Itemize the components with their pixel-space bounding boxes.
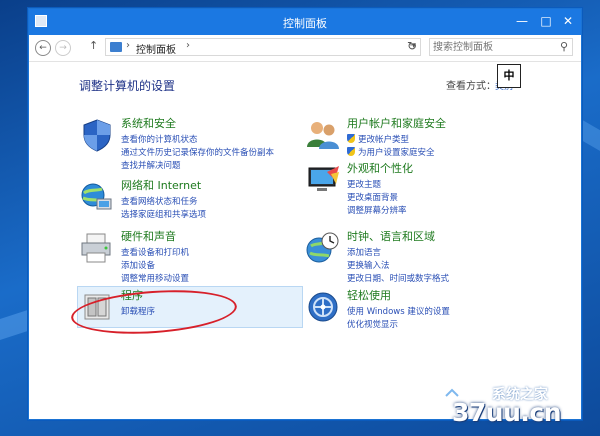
search-icon[interactable]: ⚲ — [560, 40, 568, 53]
category-title[interactable]: 网络和 Internet — [121, 177, 201, 193]
close-button[interactable]: ✕ — [555, 9, 581, 35]
link-mobility-settings[interactable]: 调整常用移动设置 — [121, 272, 189, 284]
category-title[interactable]: 外观和个性化 — [347, 160, 413, 176]
link-add-language[interactable]: 添加语言 — [347, 246, 381, 258]
link-change-theme[interactable]: 更改主题 — [347, 178, 381, 190]
printer-icon — [81, 233, 111, 263]
search-input[interactable] — [433, 40, 551, 54]
link-file-history[interactable]: 通过文件历史记录保存你的文件备份副本 — [121, 146, 274, 158]
back-arrow-icon[interactable]: ← — [35, 40, 51, 56]
link-recommended-settings[interactable]: 使用 Windows 建议的设置 — [347, 305, 450, 317]
link-desktop-background[interactable]: 更改桌面背景 — [347, 191, 398, 203]
ease-of-access-icon — [308, 292, 338, 322]
refresh-icon[interactable]: ↻ — [407, 39, 417, 53]
link-optimize-visual-display[interactable]: 优化视觉显示 — [347, 318, 398, 330]
link-date-time-format[interactable]: 更改日期、时间或数字格式 — [347, 272, 449, 284]
link-troubleshoot[interactable]: 查找并解决问题 — [121, 159, 181, 171]
category-title[interactable]: 系统和安全 — [121, 115, 176, 131]
network-globe-icon — [81, 183, 112, 210]
category-title[interactable]: 硬件和声音 — [121, 228, 176, 244]
view-by-label: 查看方式： — [446, 81, 496, 92]
category-title[interactable]: 用户帐户和家庭安全 — [347, 115, 446, 131]
window-title: 控制面板 — [283, 17, 327, 30]
watermark-logo-icon — [434, 380, 472, 398]
link-change-account-type[interactable]: 更改帐户类型 — [347, 133, 409, 145]
link-network-status[interactable]: 查看网络状态和任务 — [121, 195, 198, 207]
breadcrumb-control-panel[interactable]: 控制面板 — [136, 41, 176, 56]
forward-arrow-icon[interactable]: → — [55, 40, 71, 56]
breadcrumb-separator-icon[interactable]: › — [126, 40, 130, 51]
link-devices-printers[interactable]: 查看设备和打印机 — [121, 246, 189, 258]
control-panel-icon — [110, 42, 122, 52]
clock-globe-icon — [306, 232, 339, 263]
link-view-computer-status[interactable]: 查看你的计算机状态 — [121, 133, 198, 145]
link-label: 为用户设置家庭安全 — [358, 148, 435, 158]
uac-shield-icon — [347, 134, 355, 143]
link-homegroup[interactable]: 选择家庭组和共享选项 — [121, 208, 206, 220]
link-screen-resolution[interactable]: 调整屏幕分辨率 — [347, 204, 407, 216]
uac-shield-icon — [347, 147, 355, 156]
shield-icon — [83, 119, 111, 152]
ime-indicator[interactable]: 中 — [497, 64, 521, 88]
link-add-device[interactable]: 添加设备 — [121, 259, 155, 271]
category-title[interactable]: 时钟、语言和区域 — [347, 228, 435, 244]
link-label: 更改帐户类型 — [358, 135, 410, 145]
control-panel-window: 控制面板 — □ ✕ ← → ↑ › 控制面板 › ▾ ↻ ⚲ 调整计算机的设置… — [28, 8, 582, 420]
category-title[interactable]: 轻松使用 — [347, 287, 391, 303]
link-change-input-method[interactable]: 更换输入法 — [347, 259, 390, 271]
search-box[interactable]: ⚲ — [429, 38, 573, 56]
watermark: 系统之家 37uu.cn — [430, 372, 580, 432]
users-icon — [307, 122, 339, 149]
page-title: 调整计算机的设置 — [79, 79, 176, 93]
breadcrumb-chevron-icon[interactable]: › — [186, 40, 190, 51]
up-arrow-icon[interactable]: ↑ — [89, 39, 98, 52]
personalization-icon — [308, 166, 339, 191]
address-box[interactable]: › 控制面板 › ▾ — [105, 38, 421, 56]
link-family-safety[interactable]: 为用户设置家庭安全 — [347, 146, 435, 158]
navigation-bar: ← → ↑ › 控制面板 › ▾ ↻ ⚲ — [29, 35, 581, 62]
watermark-domain: 37uu.cn — [452, 398, 562, 427]
title-bar[interactable]: 控制面板 — □ ✕ — [29, 9, 581, 35]
